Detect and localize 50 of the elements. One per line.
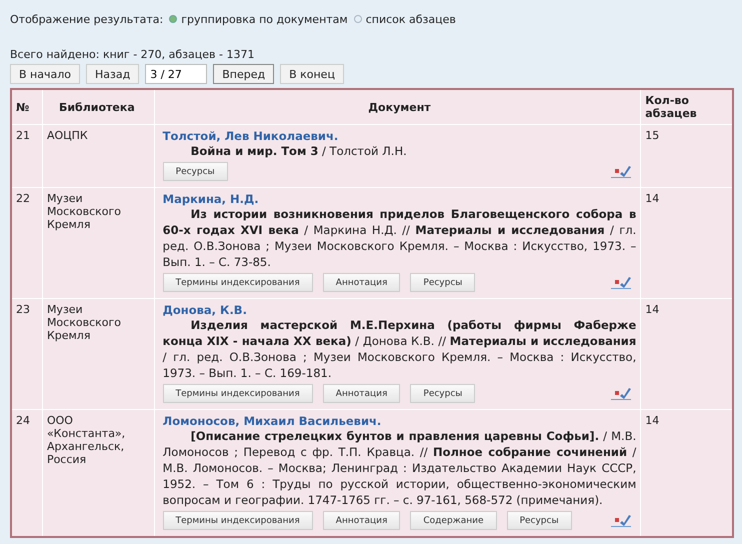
document-button[interactable]: Термины индексирования	[162, 511, 313, 530]
document-button[interactable]: Содержание	[410, 511, 497, 530]
radio-label[interactable]: список абзацев	[366, 12, 456, 26]
pager-button[interactable]: Назад	[86, 64, 140, 84]
row-number: 22	[16, 192, 30, 205]
edit-icon[interactable]	[610, 276, 632, 290]
document-button[interactable]: Аннотация	[322, 511, 400, 530]
column-header: Кол-во абзацев	[645, 94, 697, 120]
document-description: [Описание стрелецких бунтов и правления царевны Софьи]. / М.В. Ломоносов ; Перевод с фр. Т.П. Кравца. // Полное собрание сочинений / М.В. Ломоносов. – Москва; Ленинград : Издательство Академии Наук СССР, 1952. – Том 6 : Труды по русской истории, общественно-экономическим вопросам и географии. 1747-1765 гг. – с. 97-161, 568-572 (примечания).	[162, 428, 636, 508]
paragraph-count: 14	[645, 414, 660, 427]
author-link[interactable]: Маркина, Н.Д.	[162, 192, 636, 206]
library-name: АОЦПК	[46, 129, 88, 142]
edit-icon[interactable]	[610, 386, 632, 400]
author-link[interactable]: Толстой, Лев Николаевич.	[162, 129, 636, 143]
document-button[interactable]: Ресурсы	[506, 511, 572, 530]
edit-icon[interactable]	[610, 164, 632, 178]
page-field[interactable]: 3 / 27	[145, 64, 208, 84]
radio-button[interactable]	[354, 15, 362, 23]
document-button[interactable]: Ресурсы	[410, 273, 476, 292]
author-link[interactable]: Донова, К.В.	[162, 303, 636, 317]
document-description: Изделия мастерской М.Е.Перхина (работы фирмы Фаберже конца XIX - начала XX века) / Донова К.В. // Материалы и исследования / гл. ред. О.В.Зонова ; Музеи Московского Кремля. – Москва : Искусство, 1973. – Вып. 1. – С. 169-181.	[162, 317, 636, 381]
document-button[interactable]: Аннотация	[322, 273, 400, 292]
column-header: Библиотека	[58, 100, 135, 114]
pager-button[interactable]: Вперед	[213, 64, 274, 84]
radio-button[interactable]	[169, 15, 178, 23]
document-button[interactable]: Термины индексирования	[162, 384, 313, 403]
column-header: №	[16, 100, 30, 114]
library-name: Музеи Московского Кремля	[46, 192, 121, 231]
display-mode-label: Отображение результата:	[10, 12, 164, 26]
library-name: ООО «Константа», Архангельск, Россия	[46, 414, 126, 466]
pager-button[interactable]: В начало	[10, 64, 80, 84]
library-name: Музеи Московского Кремля	[46, 303, 121, 342]
document-description: Война и мир. Том 3 / Толстой Л.Н.	[190, 143, 408, 159]
paragraph-count: 15	[645, 129, 660, 142]
column-header: Документ	[368, 100, 431, 114]
document-description: Из истории возникновения приделов Благовещенского собора в 60-х годах XVI века / Маркина Н.Д. // Материалы и исследования / гл. ред. О.В.Зонова ; Музеи Московского Кремля. – Москва : Искусство, 1973. – Вып. 1. – С. 73-85.	[162, 206, 636, 270]
row-number: 24	[16, 414, 30, 427]
edit-icon[interactable]	[610, 514, 632, 528]
pager-button[interactable]: В конец	[280, 64, 344, 84]
paragraph-count: 14	[645, 192, 660, 205]
document-button[interactable]: Ресурсы	[162, 162, 228, 181]
document-button[interactable]: Термины индексирования	[162, 273, 313, 292]
document-button[interactable]: Ресурсы	[410, 384, 476, 403]
author-link[interactable]: Ломоносов, Михаил Васильевич.	[162, 414, 636, 428]
row-number: 23	[16, 303, 30, 316]
results-summary: Всего найдено: книг - 270, абзацев - 1371	[10, 48, 256, 61]
paragraph-count: 14	[645, 303, 660, 316]
row-number: 21	[16, 129, 30, 142]
radio-label[interactable]: группировка по документам	[181, 12, 348, 26]
document-button[interactable]: Аннотация	[322, 384, 400, 403]
